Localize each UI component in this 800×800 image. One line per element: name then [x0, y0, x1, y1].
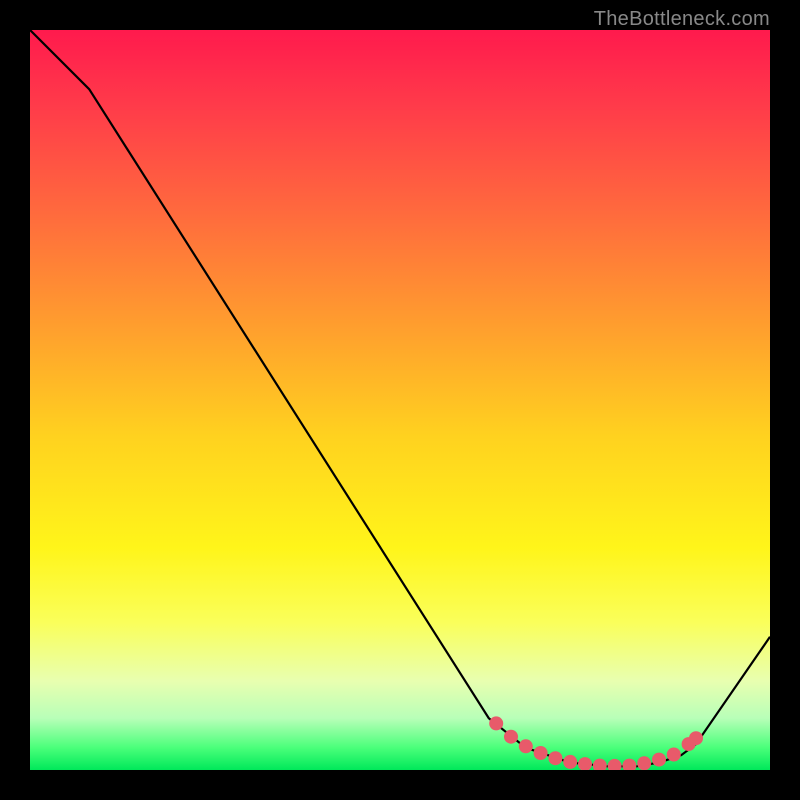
- optimal-zone-markers: [489, 716, 703, 770]
- marker-dot: [504, 730, 518, 744]
- watermark-text: TheBottleneck.com: [594, 8, 770, 31]
- marker-dot: [608, 759, 622, 770]
- marker-dot: [689, 731, 703, 745]
- marker-dot: [667, 748, 681, 762]
- marker-dot: [637, 756, 651, 770]
- marker-dot: [563, 755, 577, 769]
- marker-dot: [622, 759, 636, 770]
- marker-dot: [578, 757, 592, 770]
- chart-svg: [30, 30, 770, 770]
- marker-dot: [652, 753, 666, 767]
- marker-dot: [593, 759, 607, 770]
- marker-dot: [489, 716, 503, 730]
- plot-area: [30, 30, 770, 770]
- bottleneck-curve: [30, 30, 770, 766]
- chart-frame: TheBottleneck.com: [0, 0, 800, 800]
- marker-dot: [519, 739, 533, 753]
- marker-dot: [534, 746, 548, 760]
- marker-dot: [548, 751, 562, 765]
